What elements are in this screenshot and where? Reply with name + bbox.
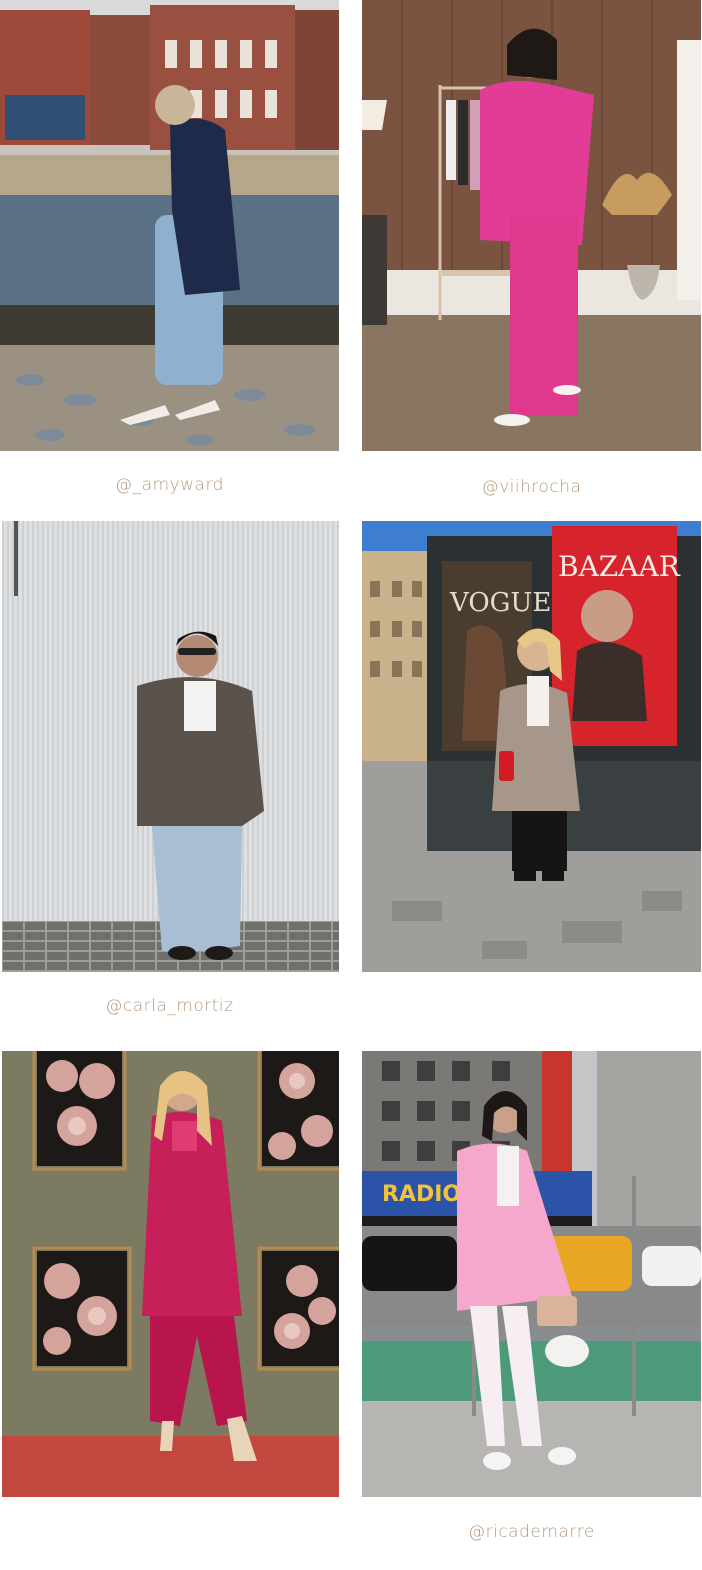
gallery-photo-6[interactable]: RADIO bbox=[362, 1051, 701, 1497]
plaid-blazer-street-image: VOGUE BAZAAR bbox=[362, 521, 701, 972]
photo-1-handle[interactable]: @_amyward bbox=[0, 475, 339, 495]
gallery-photo-2[interactable] bbox=[362, 0, 701, 451]
radio-sign-text: RADIO bbox=[382, 1182, 461, 1207]
pink-blazer-city-image: RADIO bbox=[362, 1051, 701, 1497]
gallery-photo-5[interactable] bbox=[2, 1051, 339, 1497]
photo-6-handle[interactable]: @ricademarre bbox=[362, 1522, 701, 1542]
pink-suit-studio-image bbox=[362, 0, 701, 451]
photo-2-handle[interactable]: @viihrocha bbox=[362, 477, 701, 497]
vogue-sign-text: VOGUE bbox=[449, 588, 551, 618]
photo-3-handle[interactable]: @carla_mortiz bbox=[0, 996, 339, 1016]
gray-blazer-wall-image bbox=[2, 521, 339, 972]
gallery-photo-3[interactable] bbox=[2, 521, 339, 972]
riverside-scene-image bbox=[0, 0, 339, 451]
gallery-photo-4[interactable]: VOGUE BAZAAR bbox=[362, 521, 701, 972]
gallery-photo-1[interactable] bbox=[0, 0, 339, 451]
magenta-suit-floral-image bbox=[2, 1051, 339, 1497]
bazaar-sign-text: BAZAAR bbox=[558, 550, 681, 583]
